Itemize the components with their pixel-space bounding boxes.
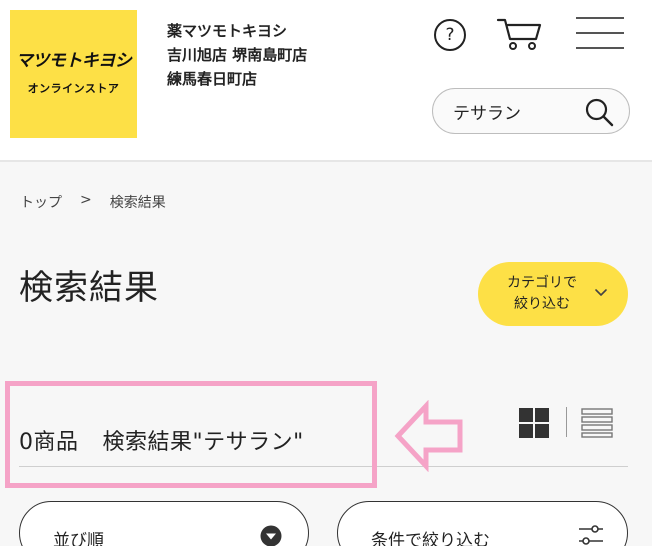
store-name-line: 薬マツモトキヨシ [167, 22, 288, 40]
list-view-icon[interactable] [581, 408, 613, 438]
filter-label: 条件で絞り込む [371, 531, 490, 546]
view-toggle-separator [566, 407, 567, 437]
sort-dropdown[interactable]: 並び順 [19, 501, 309, 546]
search-box [432, 88, 630, 134]
brand-logo[interactable]: マツモトキヨシ オンラインストア [10, 10, 137, 138]
search-input[interactable] [453, 98, 583, 124]
store-names: 薬マツモトキヨシ 吉川旭店 堺南島町店 練馬春日町店 [167, 19, 307, 91]
category-filter-label: カテゴリで 絞り込む [507, 275, 577, 312]
grid-view-icon[interactable] [519, 408, 549, 438]
page-title: 検索結果 [19, 268, 159, 308]
breadcrumb-home-link[interactable]: トップ [20, 192, 62, 212]
chevron-down-icon [595, 289, 607, 296]
hamburger-menu-icon[interactable] [576, 15, 624, 51]
breadcrumb-separator: > [80, 192, 92, 208]
breadcrumb-current: 検索結果 [109, 195, 166, 211]
shopping-cart-icon[interactable] [496, 17, 542, 51]
store-name-line: 練馬春日町店 [167, 70, 258, 88]
site-header: マツモトキヨシ オンラインストア 薬マツモトキヨシ 吉川旭店 堺南島町店 練馬春… [0, 0, 652, 162]
dropdown-circle-icon [260, 525, 282, 546]
filter-sliders-icon [579, 525, 603, 545]
breadcrumb: トップ > 検索結果 [20, 192, 166, 212]
store-name-line: 吉川旭店 堺南島町店 [167, 46, 308, 64]
logo-main-text: マツモトキヨシ [15, 50, 132, 71]
sort-label: 並び順 [53, 531, 104, 546]
left-arrow-annotation-icon [394, 400, 463, 472]
question-circle-icon: ? [445, 25, 455, 45]
condition-filter-button[interactable]: 条件で絞り込む [337, 501, 628, 546]
annotation-highlight-box [5, 381, 377, 488]
category-filter-button[interactable]: カテゴリで 絞り込む [478, 262, 628, 326]
search-icon[interactable] [584, 97, 614, 127]
logo-sub-text: オンラインストア [27, 82, 120, 96]
help-button[interactable]: ? [434, 19, 466, 51]
